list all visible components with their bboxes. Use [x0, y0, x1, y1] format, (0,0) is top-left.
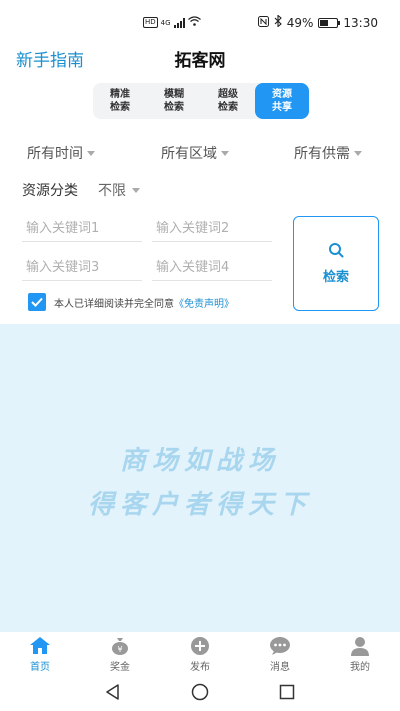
tab-precise-search[interactable]: 精准 检索 [93, 83, 147, 119]
region-filter-label: 所有区域 [161, 146, 217, 162]
nav-home-label: 首页 [30, 661, 50, 673]
bottom-nav: 首页 ¥ 奖金 发布 消息 我的 [0, 632, 400, 676]
nav-publish-label: 发布 [190, 661, 210, 673]
home-icon [29, 636, 51, 656]
nav-messages-label: 消息 [270, 661, 290, 673]
time-filter-dropdown[interactable]: 所有时间 [27, 143, 95, 163]
slogan-line-2: 得客户者得天下 [87, 490, 312, 520]
back-icon[interactable] [105, 683, 121, 704]
status-bar: HD 4G 49% 13:30 [0, 0, 400, 44]
agree-checkbox[interactable] [28, 293, 46, 311]
keyword-1-input[interactable] [22, 216, 142, 242]
battery-percent: 49% [286, 15, 314, 30]
slogan-line-1: 商场如战场 [119, 446, 280, 476]
tab-resource-sharing[interactable]: 资源 共享 [255, 83, 309, 119]
nav-publish[interactable]: 发布 [160, 632, 240, 676]
category-row: 资源分类 不限 [22, 180, 140, 200]
category-label: 资源分类 [22, 183, 78, 199]
disclaimer-link[interactable]: 《免责声明》 [174, 299, 234, 310]
plus-circle-icon [189, 636, 211, 656]
nav-profile-label: 我的 [350, 661, 370, 673]
home-circle-icon[interactable] [191, 683, 209, 705]
nav-bonus[interactable]: ¥ 奖金 [80, 632, 160, 676]
search-button[interactable]: 检索 [293, 216, 379, 311]
beginner-guide-link[interactable]: 新手指南 [16, 46, 84, 71]
search-button-label: 检索 [322, 270, 349, 285]
nfc-icon [257, 15, 269, 30]
supply-filter-label: 所有供需 [294, 146, 350, 162]
bluetooth-icon [274, 14, 282, 30]
slogan-banner: 商场如战场 得客户者得天下 [0, 324, 400, 632]
svg-text:¥: ¥ [117, 645, 122, 654]
tab-fuzzy-search[interactable]: 模糊 检索 [147, 83, 201, 119]
filter-row: 所有时间 所有区域 所有供需 [0, 143, 400, 163]
recent-apps-icon[interactable] [279, 684, 295, 704]
keyword-3-input[interactable] [22, 255, 142, 281]
app-header: 拓客网 新手指南 [0, 44, 400, 74]
chat-icon [269, 636, 291, 656]
nav-bonus-label: 奖金 [110, 661, 130, 673]
time-filter-label: 所有时间 [27, 146, 83, 162]
caret-down-icon [87, 150, 95, 156]
nav-messages[interactable]: 消息 [240, 632, 320, 676]
search-mode-tabs: 精准 检索 模糊 检索 超级 检索 资源 共享 [93, 83, 309, 119]
category-value: 不限 [98, 183, 126, 199]
person-icon [349, 636, 371, 656]
caret-down-icon [221, 150, 229, 156]
caret-down-icon [354, 150, 362, 156]
network-type: 4G [160, 18, 171, 27]
clock: 13:30 [343, 15, 378, 30]
hd-icon: HD [143, 17, 158, 28]
system-navigation-bar [0, 676, 400, 711]
region-filter-dropdown[interactable]: 所有区域 [161, 143, 229, 163]
battery-icon [318, 17, 341, 28]
signal-icon [173, 17, 185, 28]
nav-home[interactable]: 首页 [0, 632, 80, 676]
caret-down-icon [132, 187, 140, 193]
wifi-icon [187, 16, 201, 29]
nav-profile[interactable]: 我的 [320, 632, 400, 676]
search-icon [328, 242, 344, 262]
supply-filter-dropdown[interactable]: 所有供需 [294, 143, 362, 163]
agreement-text: 本人已详细阅读并完全同意 [54, 298, 174, 310]
agreement-row: 本人已详细阅读并完全同意《免责声明》 [28, 293, 234, 311]
money-bag-icon: ¥ [109, 636, 131, 656]
keyword-2-input[interactable] [152, 216, 272, 242]
category-dropdown[interactable]: 不限 [98, 180, 140, 200]
tab-super-search[interactable]: 超级 检索 [201, 83, 255, 119]
keyword-4-input[interactable] [152, 255, 272, 281]
